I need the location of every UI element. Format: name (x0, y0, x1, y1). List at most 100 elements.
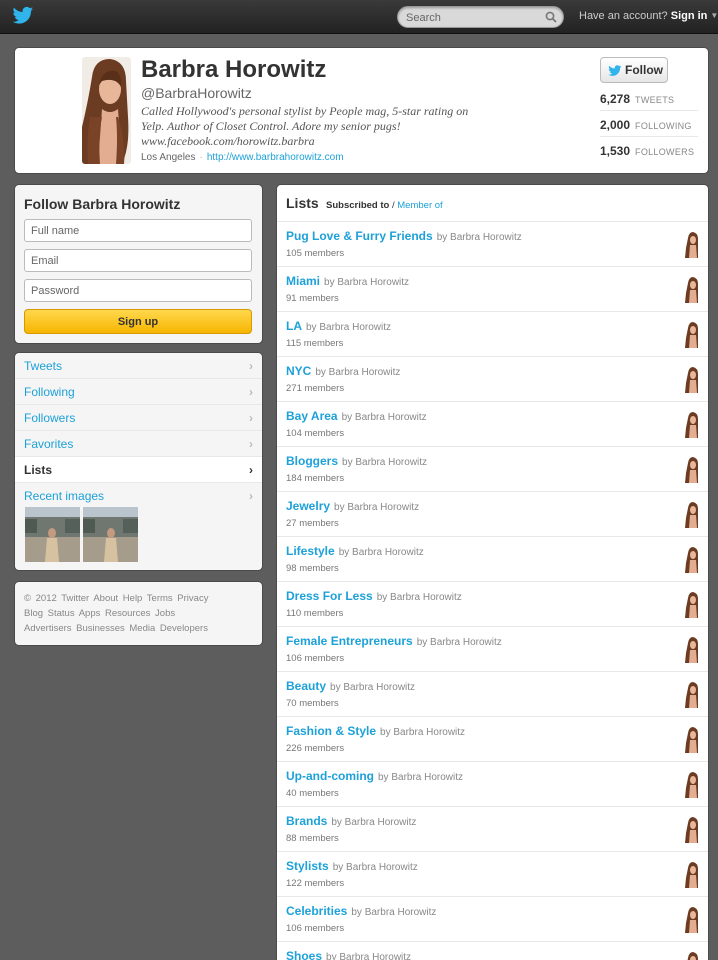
list-owner: by Barbra Horowitz (330, 682, 416, 693)
sign-up-button[interactable]: Sign up (24, 309, 252, 334)
list-owner-avatar[interactable] (685, 817, 699, 843)
list-owner-avatar[interactable] (685, 367, 699, 393)
list-item[interactable]: Pug Love & Furry Friends by Barbra Horowi… (277, 222, 708, 267)
profile-avatar[interactable] (82, 57, 131, 164)
list-owner-avatar[interactable] (685, 412, 699, 438)
list-owner-avatar[interactable] (685, 232, 699, 258)
list-owner-avatar[interactable] (685, 862, 699, 888)
footer-links-line1[interactable]: © 2012 Twitter About Help Terms Privacy (24, 593, 208, 604)
list-title-line: Stylists by Barbra Horowitz (286, 859, 418, 873)
list-name-link[interactable]: Bloggers (286, 454, 338, 468)
nav-item-label: Following (24, 385, 75, 399)
email-field[interactable] (24, 249, 252, 272)
stat-following[interactable]: 2,000 FOLLOWING (600, 118, 692, 132)
list-owner-avatar[interactable] (685, 907, 699, 933)
list-item[interactable]: Stylists by Barbra Horowitz 122 members (277, 852, 708, 897)
recent-image-thumb[interactable] (25, 507, 80, 562)
list-name-link[interactable]: Dress For Less (286, 589, 373, 603)
list-title-line: Bloggers by Barbra Horowitz (286, 454, 427, 468)
list-item[interactable]: Miami by Barbra Horowitz 91 members (277, 267, 708, 312)
profile-url-link[interactable]: http://www.barbrahorowitz.com (207, 152, 344, 163)
stat-value: 1,530 (600, 144, 631, 158)
password-field[interactable] (24, 279, 252, 302)
follow-button[interactable]: Follow (600, 57, 668, 83)
list-owner-avatar[interactable] (685, 952, 699, 960)
list-owner-avatar[interactable] (685, 457, 699, 483)
nav-item-recent-images[interactable]: Recent images › (15, 483, 262, 509)
list-owner-avatar[interactable] (685, 502, 699, 528)
list-name-link[interactable]: Female Entrepreneurs (286, 634, 413, 648)
recent-image-thumb[interactable] (83, 507, 138, 562)
sign-in-link[interactable]: Sign in (671, 10, 708, 22)
list-title-line: Lifestyle by Barbra Horowitz (286, 544, 424, 558)
stat-label: FOLLOWERS (635, 147, 695, 157)
stat-followers[interactable]: 1,530 FOLLOWERS (600, 144, 694, 158)
list-title-line: Fashion & Style by Barbra Horowitz (286, 724, 465, 738)
list-owner-avatar[interactable] (685, 682, 699, 708)
list-name-link[interactable]: LA (286, 319, 302, 333)
twitter-bird-icon[interactable] (12, 6, 34, 26)
footer-links-line2[interactable]: Blog Status Apps Resources Jobs (24, 608, 175, 619)
list-name-link[interactable]: Miami (286, 274, 320, 288)
list-item[interactable]: Up-and-coming by Barbra Horowitz 40 member… (277, 762, 708, 807)
list-owner-avatar[interactable] (685, 637, 699, 663)
list-item[interactable]: Shoes by Barbra Horowitz (277, 942, 708, 960)
list-title-line: Pug Love & Furry Friends by Barbra Horowi… (286, 229, 522, 243)
list-item[interactable]: Dress For Less by Barbra Horowitz 110 memb… (277, 582, 708, 627)
nav-item-followers[interactable]: Followers › (15, 405, 262, 431)
list-title-line: Celebrities by Barbra Horowitz (286, 904, 436, 918)
list-owner-avatar[interactable] (685, 727, 699, 753)
list-owner: by Barbra Horowitz (376, 592, 462, 603)
stat-value: 2,000 (600, 118, 631, 132)
list-name-link[interactable]: Shoes (286, 949, 322, 960)
stat-tweets[interactable]: 6,278 TWEETS (600, 92, 674, 106)
list-title-line: LA by Barbra Horowitz (286, 319, 391, 333)
list-owner-avatar[interactable] (685, 547, 699, 573)
list-owner-avatar[interactable] (685, 772, 699, 798)
list-name-link[interactable]: NYC (286, 364, 311, 378)
list-member-count: 184 members (286, 473, 345, 484)
tab-subscribed-to[interactable]: Subscribed to (326, 200, 389, 211)
signup-title: Follow Barbra Horowitz (24, 196, 181, 212)
nav-item-lists[interactable]: Lists › (15, 457, 262, 483)
list-owner: by Barbra Horowitz (326, 952, 412, 960)
list-item[interactable]: Brands by Barbra Horowitz 88 members (277, 807, 708, 852)
list-item[interactable]: Jewelry by Barbra Horowitz 27 members (277, 492, 708, 537)
list-name-link[interactable]: Stylists (286, 859, 329, 873)
list-owner-avatar[interactable] (685, 277, 699, 303)
list-name-link[interactable]: Brands (286, 814, 327, 828)
full-name-field[interactable] (24, 219, 252, 242)
list-item[interactable]: LA by Barbra Horowitz 115 members (277, 312, 708, 357)
list-owner-avatar[interactable] (685, 322, 699, 348)
list-item[interactable]: Bloggers by Barbra Horowitz 184 members (277, 447, 708, 492)
list-member-count: 27 members (286, 518, 339, 529)
nav-item-tweets[interactable]: Tweets › (15, 353, 262, 379)
nav-item-following[interactable]: Following › (15, 379, 262, 405)
stat-label: TWEETS (635, 95, 675, 105)
list-name-link[interactable]: Lifestyle (286, 544, 335, 558)
search-icon[interactable] (545, 11, 557, 23)
footer-links-line3[interactable]: Advertisers Businesses Media Developers (24, 623, 208, 634)
list-item[interactable]: Female Entrepreneurs by Barbra Horowitz 10… (277, 627, 708, 672)
caret-down-icon[interactable]: ▼ (710, 11, 718, 20)
list-name-link[interactable]: Fashion & Style (286, 724, 376, 738)
search-input[interactable] (406, 10, 536, 25)
nav-item-favorites[interactable]: Favorites › (15, 431, 262, 457)
list-item[interactable]: Fashion & Style by Barbra Horowitz 226 mem… (277, 717, 708, 762)
list-name-link[interactable]: Pug Love & Furry Friends (286, 229, 433, 243)
list-owner-avatar[interactable] (685, 592, 699, 618)
list-item[interactable]: Lifestyle by Barbra Horowitz 98 members (277, 537, 708, 582)
list-name-link[interactable]: Up-and-coming (286, 769, 374, 783)
list-item[interactable]: Celebrities by Barbra Horowitz 106 members (277, 897, 708, 942)
list-name-link[interactable]: Jewelry (286, 499, 330, 513)
list-item[interactable]: Beauty by Barbra Horowitz 70 members (277, 672, 708, 717)
list-name-link[interactable]: Bay Area (286, 409, 338, 423)
list-name-link[interactable]: Celebrities (286, 904, 347, 918)
list-owner: by Barbra Horowitz (324, 277, 410, 288)
list-item[interactable]: Bay Area by Barbra Horowitz 104 members (277, 402, 708, 447)
lists-tabs: Subscribed to / Member of (326, 200, 443, 211)
tab-member-of[interactable]: Member of (397, 200, 442, 211)
list-item[interactable]: NYC by Barbra Horowitz 271 members (277, 357, 708, 402)
list-owner: by Barbra Horowitz (332, 862, 418, 873)
list-name-link[interactable]: Beauty (286, 679, 326, 693)
